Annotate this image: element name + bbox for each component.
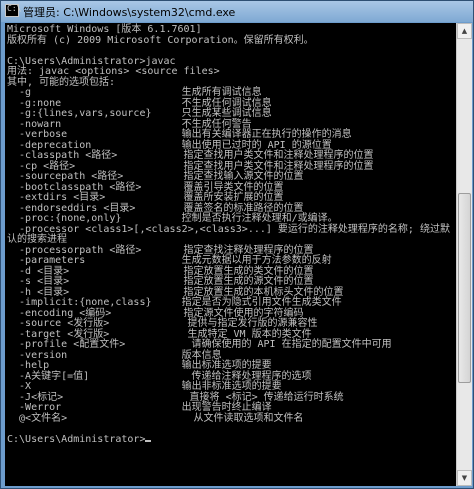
console-line: -h <目录> 指定放置生成的本机标头文件的位置 bbox=[7, 286, 344, 298]
console-line: -X 输出非标准选项的提要 bbox=[7, 381, 282, 392]
window-title: 管理员: C:\Windows\system32\cmd.exe bbox=[23, 6, 236, 19]
console-line: -profile <配置文件> 请确保使用的 API 在指定的配置文件中可用 bbox=[7, 339, 392, 350]
console-line: 其中, 可能的选项包括: bbox=[7, 76, 116, 88]
console-line: -Werror 出现警告时终止编译 bbox=[7, 402, 272, 413]
console-line: -implicit:{none,class} 指定是否为隐式引用文件生成类文件 bbox=[7, 297, 342, 308]
console-line: Microsoft Windows [版本 6.1.7601] bbox=[7, 24, 202, 35]
console-prompt: C:\Users\Administrator> bbox=[7, 433, 146, 445]
console-line: -sourcepath <路径> 指定查找输入源文件的位置 bbox=[7, 171, 304, 182]
console-line: -bootclasspath <路径> 覆盖引导类文件的位置 bbox=[7, 181, 284, 193]
console-line: -J<标记> 直接将 <标记> 传递给运行时系统 bbox=[7, 391, 344, 403]
scroll-down-button[interactable]: ▼ bbox=[457, 470, 472, 486]
console-line: -deprecation 输出使用已过时的 API 的源位置 bbox=[7, 139, 332, 151]
console-line: -verbose 输出有关编译器正在执行的操作的消息 bbox=[7, 129, 352, 140]
console-line: -s <目录> 指定放置生成的源文件的位置 bbox=[7, 276, 314, 287]
console-line: -help 输出标准选项的提要 bbox=[7, 360, 272, 371]
console-output: Microsoft Windows [版本 6.1.7601] 版权所有 (c)… bbox=[7, 24, 450, 445]
console-line: -endorseddirs <目录> 覆盖签名的标准路径的位置 bbox=[7, 202, 304, 214]
cmd-icon[interactable]: C:\ bbox=[5, 4, 22, 17]
console-line: -d <目录> 指定放置生成的类文件的位置 bbox=[7, 265, 314, 277]
console-line: -classpath <路径> 指定查找用户类文件和注释处理程序的位置 bbox=[7, 150, 374, 161]
console-line: -nowarn 不生成任何警告 bbox=[7, 118, 252, 130]
cmd-icon-label: C:\ bbox=[7, 4, 22, 13]
console-line: -g:{lines,vars,source} 只生成某些调试信息 bbox=[7, 108, 272, 119]
console-line: -target <发行版> 生成特定 VM 版本的类文件 bbox=[7, 328, 312, 340]
vertical-scrollbar[interactable]: ▲ ▼ bbox=[456, 23, 472, 486]
up-arrow-icon: ▲ bbox=[461, 27, 468, 35]
text-cursor bbox=[145, 439, 152, 442]
console-line: @<文件名> 从文件读取选项和文件名 bbox=[7, 412, 304, 424]
console-line: -version 版本信息 bbox=[7, 349, 222, 361]
console-line: 认的搜索进程 bbox=[7, 234, 67, 245]
console-area[interactable]: Microsoft Windows [版本 6.1.7601] 版权所有 (c)… bbox=[5, 23, 456, 486]
console-line: -g 生成所有调试信息 bbox=[7, 87, 262, 98]
console-line: C:\Users\Administrator>javac bbox=[7, 55, 176, 67]
console-line: -processorpath <路径> 指定查找注释处理程序的位置 bbox=[7, 244, 314, 256]
down-arrow-icon: ▼ bbox=[461, 474, 468, 482]
scroll-up-button[interactable]: ▲ bbox=[457, 23, 472, 39]
console-line: -proc:{none,only} 控制是否执行注释处理和/或编译。 bbox=[7, 213, 338, 224]
scroll-thumb[interactable] bbox=[458, 193, 471, 383]
console-line: -encoding <编码> 指定源文件使用的字符编码 bbox=[7, 307, 304, 319]
console-line: 用法: javac <options> <source files> bbox=[7, 66, 220, 77]
console-line: -processor <class1>[,<class2>,<class3>..… bbox=[7, 223, 450, 235]
console-line: 版权所有 (c) 2009 Microsoft Corporation。保留所有… bbox=[7, 34, 314, 46]
console-line: -source <发行版> 提供与指定发行版的源兼容性 bbox=[7, 318, 318, 329]
console-line: -cp <路径> 指定查找用户类文件和注释处理程序的位置 bbox=[7, 160, 374, 172]
console-line: -parameters 生成元数据以用于方法参数的反射 bbox=[7, 255, 332, 266]
console-line: -A关键字[=值] 传递给注释处理程序的选项 bbox=[7, 370, 312, 382]
console-line: -g:none 不生成任何调试信息 bbox=[7, 97, 272, 109]
cmd-window: C:\ 管理员: C:\Windows\system32\cmd.exe Mic… bbox=[0, 0, 474, 489]
title-bar[interactable]: C:\ 管理员: C:\Windows\system32\cmd.exe bbox=[1, 1, 473, 22]
console-line: -extdirs <目录> 覆盖所安装扩展的位置 bbox=[7, 192, 284, 203]
